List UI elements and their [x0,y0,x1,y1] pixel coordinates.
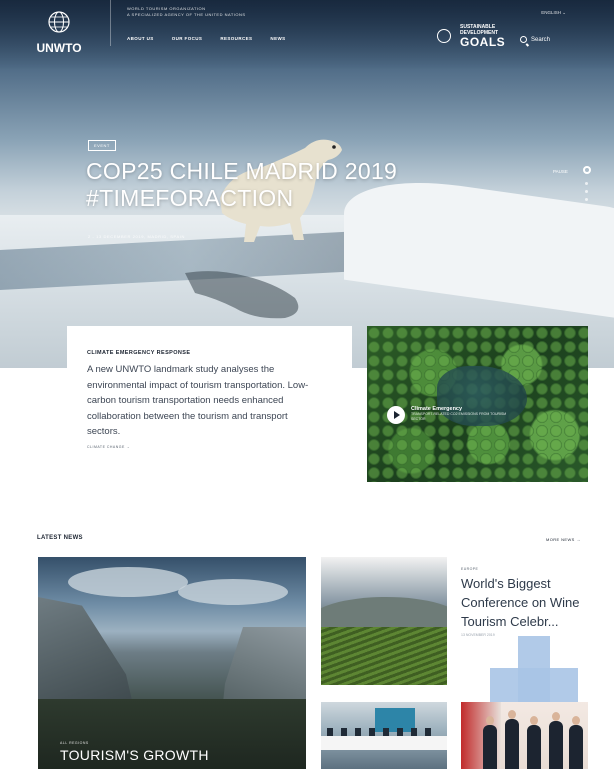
video-card[interactable]: Climate Emergency TRANSPORT-RELATED CO2 … [367,326,588,482]
nav-news[interactable]: NEWS [270,36,285,41]
person [527,716,541,769]
news-image-conference[interactable] [321,702,447,769]
unwto-logo[interactable]: UNWTO [34,10,84,55]
news-image-officials[interactable] [461,702,588,769]
video-caption: Climate Emergency TRANSPORT-RELATED CO2 … [411,406,521,422]
wine-title[interactable]: World's Biggest Conference on Wine Touri… [461,574,581,631]
video-subtitle: TRANSPORT-RELATED CO2 EMISSIONS FROM TOU… [411,412,507,421]
org-name: WORLD TOURISM ORGANIZATION A SPECIALIZED… [127,6,246,18]
hero-meta: 2 - 13 DECEMBER 2019, MADRID, SPAIN [88,234,185,239]
climate-card[interactable]: CLIMATE EMERGENCY RESPONSE A new UNWTO l… [67,326,352,492]
hero-title-line-2: #TIMEFORACTION [86,185,294,211]
latest-news-heading: LATEST NEWS [37,535,83,541]
slider-active-dot[interactable] [583,166,591,174]
nav-resources[interactable]: RESOURCES [220,36,252,41]
hero-title-line-1: COP25 CHILE MADRID 2019 [86,158,398,184]
search-icon [520,36,527,43]
cloud-shape [178,579,288,605]
climate-change-link[interactable]: CLIMATE CHANGE → [87,445,332,449]
nav-our-focus[interactable]: OUR FOCUS [172,36,203,41]
header-divider [110,0,111,46]
search-button[interactable]: Search [520,36,550,43]
hero-banner[interactable]: UNWTO WORLD TOURISM ORGANIZATION A SPECI… [0,0,614,368]
language-selector[interactable]: ENGLISH ⌄ [541,10,566,16]
play-icon[interactable] [387,406,405,424]
person [483,716,497,769]
person [569,716,583,769]
globe-icon [48,11,70,33]
language-label: ENGLISH [541,10,561,15]
more-news-link[interactable]: MORE NEWS → [546,537,581,542]
slider-dots[interactable] [585,182,588,206]
main-nav: ABOUT US OUR FOCUS RESOURCES NEWS [127,36,286,41]
panel-table [321,736,447,750]
un-emblem-icon[interactable] [437,29,451,43]
wine-kicker: EUROPE [461,567,479,571]
sdg-goals: GOALS [460,35,506,49]
vine-rows [321,627,447,685]
news-image-vineyard[interactable] [321,557,447,685]
slider-pause-label[interactable]: PAUSE [553,169,568,174]
news-big-kicker: ALL REGIONS [60,741,89,745]
chevron-down-icon: ⌄ [562,10,566,15]
org-line-2: A SPECIALIZED AGENCY OF THE UNITED NATIO… [127,12,246,17]
news-card-wine-tourism[interactable]: EUROPE World's Biggest Conference on Win… [461,567,581,637]
hero-title[interactable]: COP25 CHILE MADRID 2019 #TIMEFORACTION [86,158,397,212]
logo-text: UNWTO [36,41,82,55]
person [549,712,563,769]
hero-tag[interactable]: EVENT [88,140,116,151]
header-shade [0,0,614,70]
sdg-logo[interactable]: SUSTAINABLE DEVELOPMENT GOALS [460,24,505,49]
person [505,710,519,769]
news-big-title[interactable]: TOURISM'S GROWTH [60,747,209,763]
climate-body: A new UNWTO landmark study analyses the … [87,364,309,437]
news-card-tourism-growth[interactable]: ALL REGIONS TOURISM'S GROWTH [38,557,306,769]
bear-reflection [185,271,299,319]
cloud-shape [68,567,188,597]
nav-about-us[interactable]: ABOUT US [127,36,154,41]
search-label: Search [531,36,551,43]
climate-kicker: CLIMATE EMERGENCY RESPONSE [87,350,191,356]
